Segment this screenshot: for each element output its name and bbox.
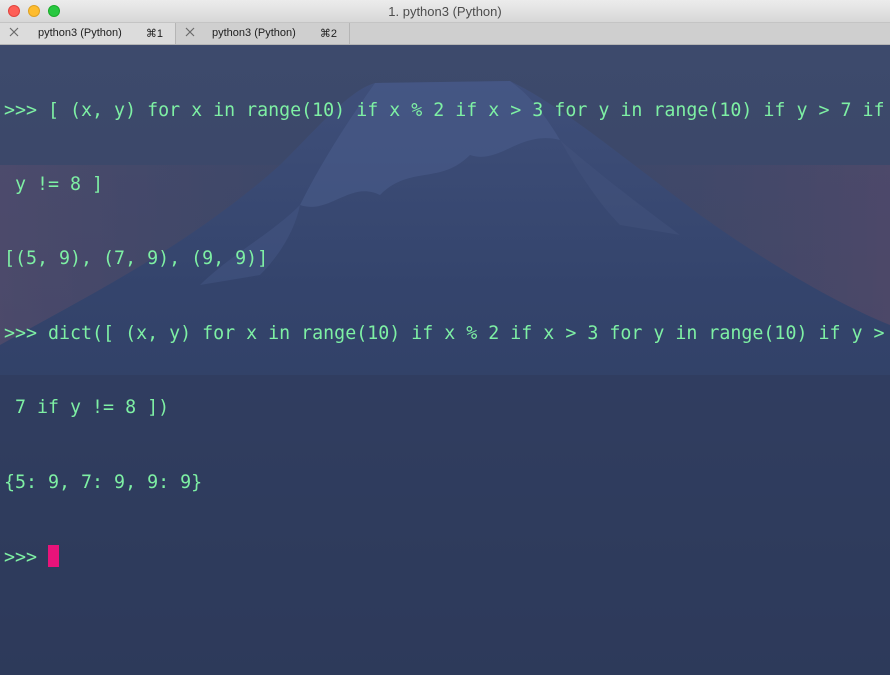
text-cursor <box>48 544 60 567</box>
terminal-line: >>> dict([ (x, y) for x in range(10) if … <box>4 322 885 344</box>
close-x-icon[interactable] <box>8 25 20 39</box>
tab-1[interactable]: python3 (Python) ⌘1 <box>0 23 176 44</box>
tab-label: python3 (Python) <box>38 27 122 39</box>
terminal-line: 7 if y != 8 ]) <box>4 397 170 419</box>
terminal-line: >>> [ (x, y) for x in range(10) if x % 2… <box>4 99 885 121</box>
terminal-window: 1. python3 (Python) python3 (Python) ⌘1 … <box>0 0 890 675</box>
prompt-line[interactable]: >>> <box>4 544 885 570</box>
prompt-text: >>> <box>4 546 49 568</box>
tab-shortcut: ⌘2 <box>319 28 337 40</box>
terminal-line: [(5, 9), (7, 9), (9, 9)] <box>4 248 269 270</box>
window-title: 1. python3 (Python) <box>388 4 502 19</box>
title-bar[interactable]: 1. python3 (Python) <box>0 0 890 23</box>
close-x-icon[interactable] <box>184 25 196 39</box>
tab-bar: python3 (Python) ⌘1 python3 (Python) ⌘2 <box>0 23 890 45</box>
terminal-line: {5: 9, 7: 9, 9: 9} <box>4 471 203 493</box>
tab-label: python3 (Python) <box>212 27 296 39</box>
tab-2[interactable]: python3 (Python) ⌘2 <box>176 23 350 44</box>
terminal-area[interactable]: >>> [ (x, y) for x in range(10) if x % 2… <box>0 45 890 675</box>
terminal-output: >>> [ (x, y) for x in range(10) if x % 2… <box>4 49 885 619</box>
terminal-line: y != 8 ] <box>4 173 104 195</box>
tab-shortcut: ⌘1 <box>145 28 163 40</box>
